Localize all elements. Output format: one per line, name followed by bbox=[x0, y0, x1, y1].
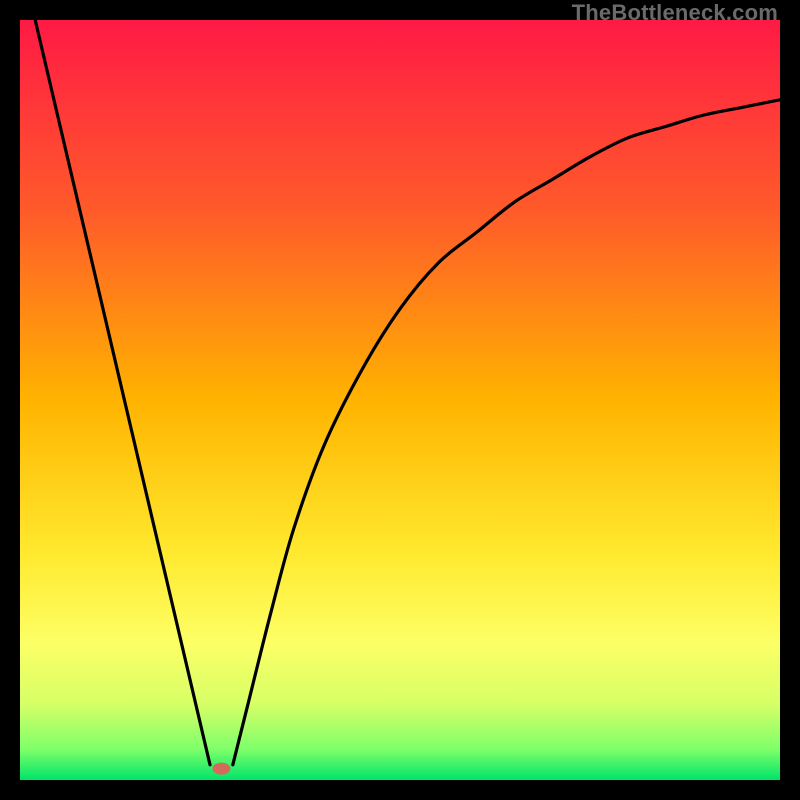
chart-svg bbox=[20, 20, 780, 780]
plot-frame bbox=[20, 20, 780, 780]
minimum-marker-icon bbox=[212, 763, 230, 775]
gradient-background bbox=[20, 20, 780, 780]
watermark-label: TheBottleneck.com bbox=[572, 0, 778, 26]
